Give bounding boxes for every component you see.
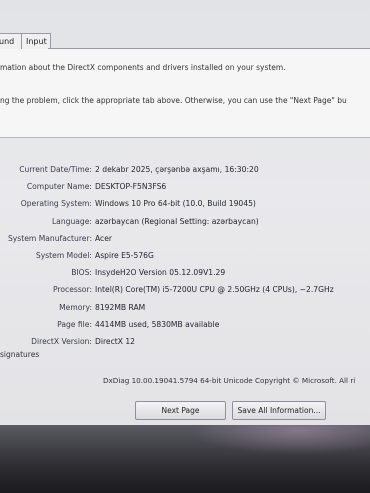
info-value: Acer (95, 233, 113, 243)
info-label: Processor: (53, 285, 92, 295)
info-row-directx: DirectX Version: DirectX 12 (0, 337, 370, 354)
signatures-checkbox-label[interactable]: signatures (0, 350, 39, 359)
next-page-button[interactable]: Next Page (135, 401, 226, 420)
copyright-text: DxDiag 10.00.19041.5794 64-bit Unicode C… (103, 376, 356, 385)
info-label: System Model: (35, 250, 92, 260)
info-value: InsydeH2O Version 05.12.09V1.29 (95, 268, 226, 278)
tab-bar: und Input (0, 33, 370, 50)
info-row-manufacturer: System Manufacturer: Acer (0, 234, 370, 251)
intro-text-2: ng the problem, click the appropriate ta… (0, 96, 347, 105)
info-label: Page file: (57, 319, 92, 329)
info-label: Language: (51, 216, 92, 226)
info-row-page-file: Page file: 4414MB used, 5830MB available (0, 320, 370, 337)
info-value: DirectX 12 (95, 336, 136, 346)
info-value: Intel(R) Core(TM) i5-7200U CPU @ 2.50GHz… (95, 285, 334, 295)
intro-text-1: mation about the DirectX components and … (0, 63, 286, 72)
save-all-information-button[interactable]: Save All Information... (232, 401, 326, 420)
info-label: Computer Name: (26, 182, 92, 192)
info-value: 4414MB used, 5830MB available (95, 319, 220, 329)
info-value: azərbaycan (Regional Setting: azərbaycan… (95, 216, 259, 226)
info-label: BIOS: (71, 268, 92, 278)
info-label: Current Date/Time: (19, 165, 92, 174)
dxdiag-window: und Input mation about the DirectX compo… (0, 0, 370, 425)
info-row-processor: Processor: Intel(R) Core(TM) i5-7200U CPU… (0, 285, 370, 302)
info-label: DirectX Version: (31, 336, 92, 346)
info-value: Windows 10 Pro 64-bit (10.0, Build 19045… (95, 199, 256, 209)
info-row-model: System Model: Aspire E5-576G (0, 251, 370, 268)
info-value: DESKTOP-F5N3FS6 (95, 182, 167, 192)
info-label: System Manufacturer: (7, 233, 92, 243)
background-glare (190, 425, 370, 455)
info-label: Memory: (59, 302, 92, 312)
system-info-list: Current Date/Time: 2 dekabr 2025, çərşənb… (0, 165, 370, 354)
info-label: Operating System: (20, 199, 92, 209)
info-value: 8192MB RAM (95, 302, 146, 312)
info-row-computer-name: Computer Name: DESKTOP-F5N3FS6 (0, 182, 370, 199)
info-row-bios: BIOS: InsydeH2O Version 05.12.09V1.29 (0, 268, 370, 285)
info-row-os: Operating System: Windows 10 Pro 64-bit (… (0, 199, 370, 216)
info-row-language: Language: azərbaycan (Regional Setting: a… (0, 217, 370, 234)
info-value: Aspire E5-576G (95, 250, 154, 260)
tab-input[interactable]: Input (21, 33, 51, 50)
info-row-memory: Memory: 8192MB RAM (0, 303, 370, 320)
info-row-date: Current Date/Time: 2 dekabr 2025, çərşənb… (0, 165, 370, 182)
info-value: 2 dekabr 2025, çərşənbə axşamı, 16:30:20 (95, 165, 259, 174)
